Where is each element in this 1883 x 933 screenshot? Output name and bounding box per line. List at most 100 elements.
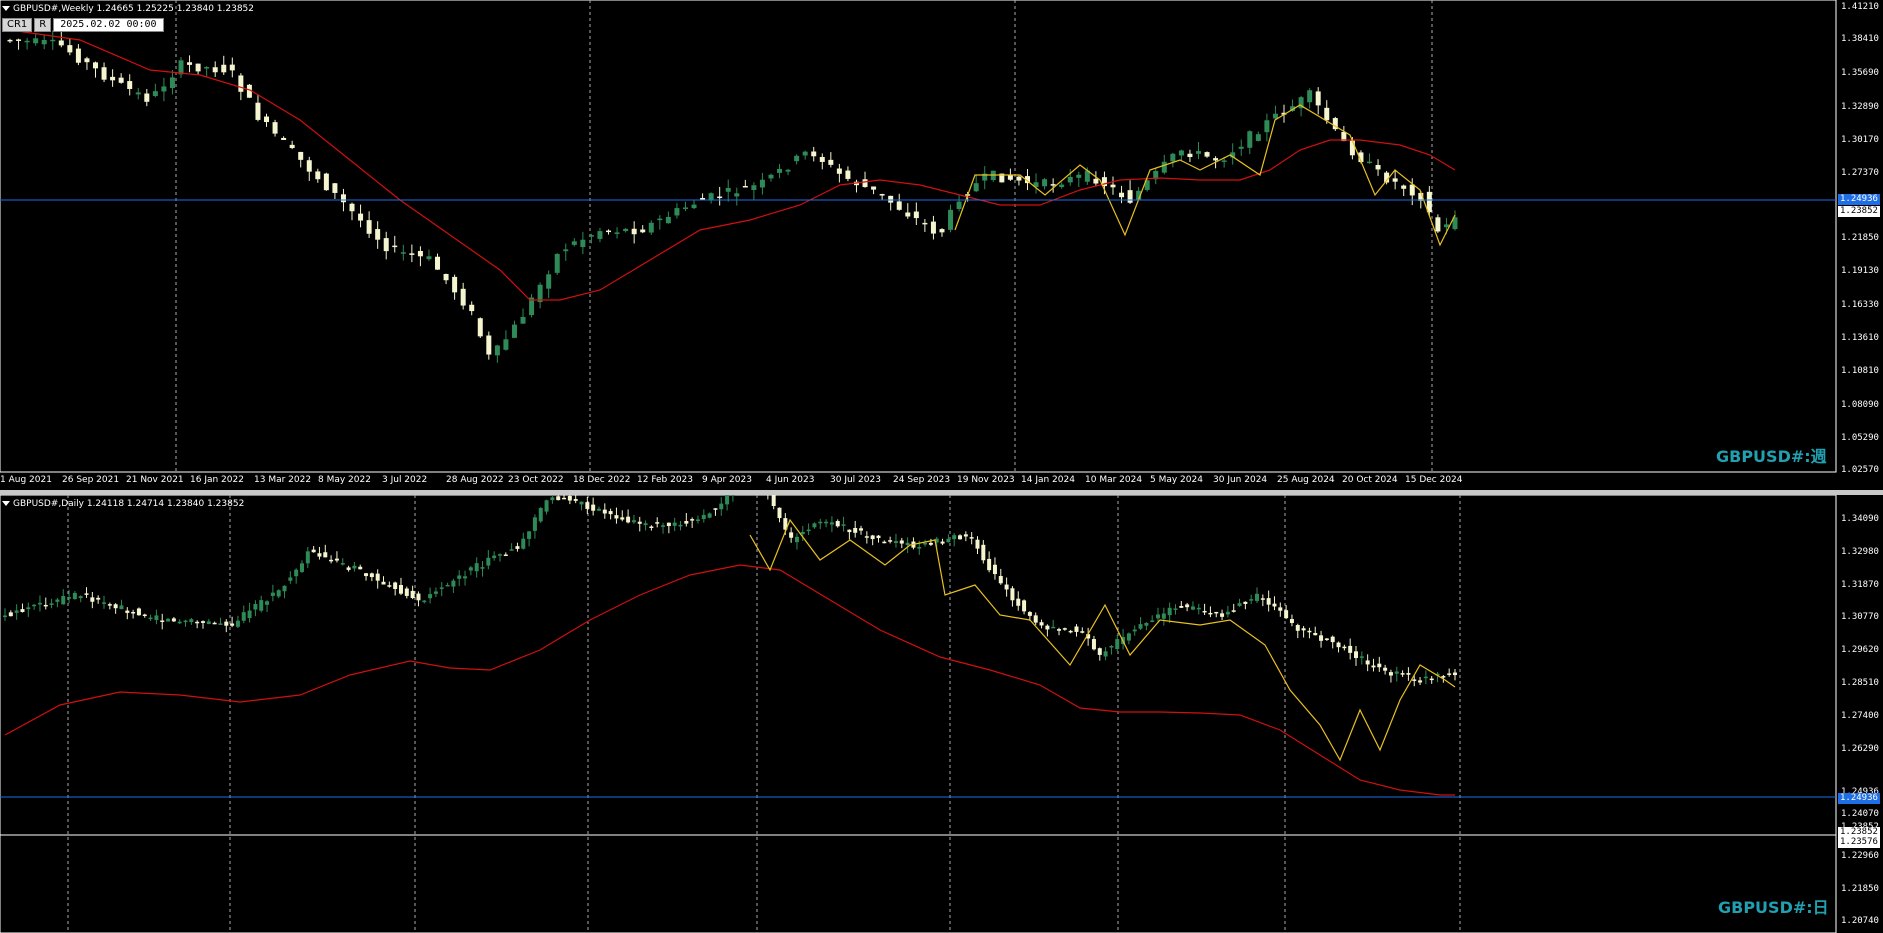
candle-body bbox=[1435, 217, 1441, 232]
daily-white-line-tag: 1.23576 bbox=[1838, 837, 1880, 848]
candle-body bbox=[913, 211, 919, 219]
candle-body bbox=[451, 580, 456, 587]
candle-body bbox=[1027, 612, 1032, 616]
candle-body bbox=[1313, 632, 1318, 636]
candle-body bbox=[859, 528, 864, 531]
candle-body bbox=[1178, 150, 1184, 156]
candle-body bbox=[67, 597, 72, 599]
candle-body bbox=[265, 601, 270, 605]
candle-body bbox=[520, 317, 526, 324]
daily-price-label: 1.21850 bbox=[1841, 884, 1879, 894]
candle-body bbox=[127, 81, 133, 89]
candle-body bbox=[154, 615, 159, 620]
candle-body bbox=[131, 611, 136, 614]
candle-body bbox=[422, 600, 427, 603]
candle-body bbox=[229, 64, 235, 71]
moving-average-line bbox=[4, 564, 1455, 796]
weekly-price-label: 1.13610 bbox=[1841, 333, 1879, 343]
weekly-price-label: 1.41210 bbox=[1841, 2, 1879, 12]
candle-body bbox=[26, 607, 31, 610]
candle-body bbox=[597, 231, 603, 239]
candle-body bbox=[49, 603, 54, 605]
candle-body bbox=[614, 515, 619, 519]
candle-body bbox=[1359, 656, 1364, 658]
chart-toolbar: CR1 R 2025.02.02 00:00 bbox=[2, 18, 164, 32]
candle-body bbox=[690, 519, 695, 521]
candle-body bbox=[649, 526, 654, 528]
candle-body bbox=[882, 541, 887, 544]
candle-body bbox=[871, 186, 877, 190]
candle-body bbox=[1412, 679, 1417, 681]
weekly-date-label: 30 Jun 2024 bbox=[1213, 475, 1268, 485]
date-field[interactable]: 2025.02.02 00:00 bbox=[53, 18, 164, 32]
candle-body bbox=[84, 593, 89, 595]
daily-chart-canvas[interactable] bbox=[0, 495, 1883, 933]
candle-body bbox=[682, 207, 688, 209]
candle-body bbox=[272, 122, 278, 134]
candle-body bbox=[24, 40, 30, 43]
candle-body bbox=[789, 532, 794, 538]
candle-body bbox=[1109, 645, 1114, 648]
candle-body bbox=[383, 238, 389, 252]
candle-body bbox=[235, 620, 240, 627]
candle-body bbox=[896, 201, 902, 210]
candle-body bbox=[1204, 152, 1210, 157]
candle-body bbox=[1336, 642, 1341, 648]
candle-body bbox=[899, 540, 904, 544]
candle-body bbox=[1255, 134, 1261, 141]
daily-price-label: 1.34090 bbox=[1841, 514, 1879, 524]
candle-body bbox=[509, 549, 514, 551]
candle-body bbox=[1429, 678, 1434, 681]
candle-body bbox=[888, 540, 893, 542]
weekly-date-label: 25 Aug 2024 bbox=[1277, 475, 1335, 485]
cr1-button[interactable]: CR1 bbox=[2, 18, 33, 32]
candle-body bbox=[665, 216, 671, 224]
candle-body bbox=[684, 520, 689, 524]
candle-body bbox=[1150, 620, 1155, 622]
candle-body bbox=[1453, 672, 1457, 676]
candle-body bbox=[393, 582, 398, 589]
candle-body bbox=[719, 503, 724, 510]
candle-body bbox=[486, 335, 492, 355]
candle-body bbox=[1400, 673, 1405, 675]
candle-body bbox=[33, 38, 39, 44]
candle-body bbox=[725, 187, 731, 192]
candle-body bbox=[1091, 639, 1096, 650]
candle-body bbox=[1237, 603, 1242, 606]
weekly-date-label: 12 Feb 2023 bbox=[637, 475, 694, 485]
daily-chart-pane[interactable]: GBPUSD#,Daily 1.24118 1.24714 1.23840 1.… bbox=[0, 495, 1883, 933]
weekly-price-label: 1.27370 bbox=[1841, 168, 1879, 178]
candle-body bbox=[1074, 626, 1079, 632]
candle-body bbox=[469, 304, 475, 312]
candle-body bbox=[1354, 651, 1359, 659]
collapse-triangle-icon[interactable] bbox=[2, 501, 10, 506]
weekly-date-label: 16 Jan 2022 bbox=[190, 475, 244, 485]
candle-body bbox=[585, 502, 590, 509]
collapse-triangle-icon[interactable] bbox=[2, 6, 10, 11]
candle-body bbox=[930, 221, 936, 234]
candle-body bbox=[661, 525, 666, 527]
plot-border bbox=[0, 0, 1837, 473]
candle-body bbox=[298, 151, 304, 160]
candle-body bbox=[879, 194, 885, 196]
candle-body bbox=[1050, 184, 1056, 186]
candle-body bbox=[1045, 625, 1050, 630]
weekly-symbol-watermark: GBPUSD#:週 bbox=[1716, 447, 1827, 466]
candle-body bbox=[1409, 184, 1415, 196]
weekly-chart-canvas[interactable] bbox=[0, 0, 1883, 490]
candle-body bbox=[160, 620, 165, 623]
weekly-price-label: 1.30170 bbox=[1841, 135, 1879, 145]
candle-body bbox=[340, 563, 345, 565]
candle-body bbox=[503, 554, 508, 557]
weekly-date-label: 30 Jul 2023 bbox=[830, 475, 881, 485]
candle-body bbox=[1167, 607, 1172, 616]
weekly-chart-pane[interactable]: GBPUSD#,Weekly 1.24665 1.25225 1.23840 1… bbox=[0, 0, 1883, 490]
candle-body bbox=[888, 195, 894, 203]
r-button[interactable]: R bbox=[34, 18, 52, 32]
daily-price-label: 1.22960 bbox=[1841, 851, 1879, 861]
weekly-price-label: 1.16330 bbox=[1841, 300, 1879, 310]
candle-body bbox=[171, 618, 176, 622]
candle-body bbox=[118, 77, 124, 83]
candle-body bbox=[480, 567, 485, 569]
candle-body bbox=[691, 204, 697, 209]
